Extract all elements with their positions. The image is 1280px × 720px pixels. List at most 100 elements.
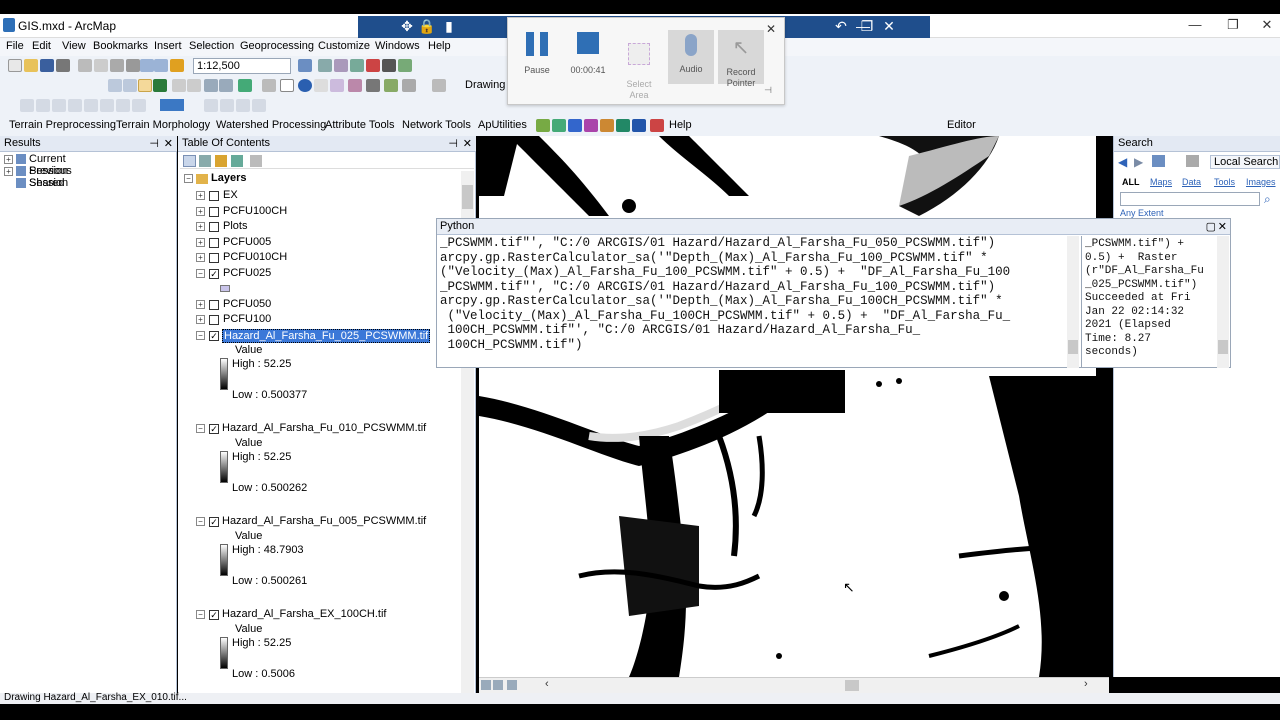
menu-view[interactable]: View xyxy=(62,40,86,52)
tab-all[interactable]: ALL xyxy=(1122,177,1140,187)
move-icon[interactable]: ✥ xyxy=(396,18,418,35)
paste-icon[interactable] xyxy=(110,59,124,72)
network-tools-menu[interactable]: Network Tools xyxy=(402,119,471,131)
hydro-tool-icon[interactable] xyxy=(536,119,550,132)
hydro-tool-icon[interactable] xyxy=(584,119,598,132)
layer-visibility-checkbox[interactable] xyxy=(209,222,219,232)
layers-root[interactable]: − Layers xyxy=(184,172,464,188)
layer-item[interactable]: + PCFU005 xyxy=(184,235,464,251)
scrollbar-thumb[interactable] xyxy=(1068,340,1078,354)
color-ramp-symbol[interactable] xyxy=(220,543,228,576)
help-menu[interactable]: Help xyxy=(669,119,692,131)
code-scrollbar[interactable] xyxy=(1067,236,1079,368)
select-features-icon[interactable] xyxy=(238,79,252,92)
any-extent-link[interactable]: Any Extent xyxy=(1120,208,1164,218)
hydro-tool-icon[interactable] xyxy=(616,119,630,132)
clear-selection-icon[interactable] xyxy=(262,79,276,92)
undo-icon[interactable] xyxy=(140,59,154,72)
pan-icon[interactable] xyxy=(138,79,152,92)
search-window-icon[interactable] xyxy=(350,59,364,72)
raster-layer-name[interactable]: Hazard_Al_Farsha_Fu_010_PCSWMM.tif xyxy=(222,422,426,434)
color-ramp-symbol[interactable] xyxy=(220,450,228,483)
hydro-tool-icon[interactable] xyxy=(568,119,582,132)
raster-layer-item[interactable]: − ✓ Hazard_Al_Farsha_Fu_005_PCSWMM.tif Valu… xyxy=(184,514,464,607)
zoom-out-icon[interactable] xyxy=(123,79,137,92)
list-by-selection-icon[interactable] xyxy=(231,155,243,167)
pin-icon[interactable]: ⊣ xyxy=(448,137,458,150)
list-by-source-icon[interactable] xyxy=(199,155,211,167)
hydro-tool-icon[interactable] xyxy=(600,119,614,132)
collapse-icon[interactable]: − xyxy=(196,516,205,526)
menu-selection[interactable]: Selection xyxy=(189,40,234,52)
expand-icon[interactable]: + xyxy=(196,253,205,262)
close-icon[interactable]: ✕ xyxy=(463,137,472,150)
search-input[interactable] xyxy=(1120,192,1260,206)
polygon-symbol[interactable] xyxy=(220,284,230,292)
editor-menu[interactable]: Editor xyxy=(947,119,976,131)
layout-view-icon[interactable] xyxy=(493,680,503,690)
raster-layer-item[interactable]: − ✓ Hazard_Al_Farsha_Fu_010_PCSWMM.tif Valu… xyxy=(184,421,464,514)
home-icon[interactable] xyxy=(1152,155,1165,167)
close-icon[interactable]: ✕ xyxy=(1218,220,1227,233)
modelbuilder-icon[interactable] xyxy=(398,59,412,72)
maximize-icon[interactable]: ▢ xyxy=(1206,220,1216,233)
raster-layer-name[interactable]: Hazard_Al_Farsha_Fu_025_PCSWMM.tif xyxy=(222,328,431,343)
collapse-icon[interactable]: − xyxy=(196,609,205,619)
collapse-icon[interactable]: − xyxy=(196,330,205,340)
layer-visibility-checkbox[interactable] xyxy=(209,206,219,217)
raster-layer-item[interactable]: − ✓ Hazard_Al_Farsha_Fu_025_PCSWMM.tif Valu… xyxy=(184,328,464,421)
redo-icon[interactable] xyxy=(154,59,168,72)
expand-icon[interactable]: + xyxy=(4,167,13,176)
layer-visibility-checkbox[interactable]: ✓ xyxy=(209,516,219,527)
scrollbar-thumb[interactable] xyxy=(1218,340,1228,354)
expand-icon[interactable]: − xyxy=(196,268,205,278)
tab-tools[interactable]: Tools xyxy=(1214,177,1235,187)
menu-insert[interactable]: Insert xyxy=(154,40,182,52)
color-swatch[interactable] xyxy=(160,99,184,111)
drawing-menu[interactable]: Drawing xyxy=(465,79,505,91)
menu-windows[interactable]: Windows xyxy=(375,40,420,52)
stop-button[interactable]: 00:00:41 xyxy=(565,32,611,75)
python-window-icon[interactable] xyxy=(382,59,396,72)
next-extent-icon[interactable] xyxy=(219,79,233,92)
pin-icon[interactable]: ⊣ xyxy=(149,137,159,150)
options-icon[interactable] xyxy=(250,155,262,167)
menu-bookmarks[interactable]: Bookmarks xyxy=(93,40,148,52)
undo-icon[interactable]: ↶ xyxy=(830,18,852,35)
layer-item[interactable]: + EX xyxy=(184,188,464,204)
record-pointer-button[interactable]: ↖ Record Pointer xyxy=(718,30,764,88)
list-by-visibility-icon[interactable] xyxy=(215,155,227,167)
create-viewer-icon[interactable] xyxy=(432,79,446,92)
toc-window-icon[interactable] xyxy=(318,59,332,72)
expand-icon[interactable]: + xyxy=(196,299,205,309)
layer-visibility-checkbox[interactable] xyxy=(209,253,219,263)
select-area-button[interactable]: Select Area xyxy=(616,32,662,112)
copy-icon[interactable] xyxy=(94,59,108,72)
scroll-left-icon[interactable]: ‹ xyxy=(545,678,549,690)
scroll-right-icon[interactable]: › xyxy=(1084,678,1088,690)
terrain-preprocessing-menu[interactable]: Terrain Preprocessing xyxy=(9,119,116,131)
attribute-tools-menu[interactable]: Attribute Tools xyxy=(325,119,395,131)
catalog-window-icon[interactable] xyxy=(334,59,348,72)
save-icon[interactable] xyxy=(40,59,54,72)
raster-layer-name[interactable]: Hazard_Al_Farsha_EX_100CH.tif xyxy=(222,608,386,620)
menu-file[interactable]: File xyxy=(6,40,24,52)
new-document-icon[interactable] xyxy=(8,59,22,72)
data-view-icon[interactable] xyxy=(481,680,491,690)
open-icon[interactable] xyxy=(24,59,38,72)
pause-button[interactable]: Pause xyxy=(514,32,560,75)
previous-extent-icon[interactable] xyxy=(204,79,218,92)
watershed-processing-menu[interactable]: Watershed Processing xyxy=(216,119,326,131)
search-icon[interactable]: ⌕ xyxy=(1264,192,1271,207)
expand-icon[interactable]: + xyxy=(196,237,205,247)
close-icon[interactable]: ✕ xyxy=(164,137,173,150)
globe-icon[interactable] xyxy=(632,119,646,132)
expand-icon[interactable]: + xyxy=(196,206,205,216)
forward-icon[interactable]: ▶ xyxy=(1134,155,1143,169)
restore-icon[interactable]: ❐ xyxy=(856,18,878,35)
view-options-icon[interactable] xyxy=(1186,155,1199,167)
python-code-area[interactable]: _PCSWMM.tif"', "C:/0 ARCGIS/01 Hazard/Ha… xyxy=(440,236,1070,366)
expand-icon[interactable]: + xyxy=(196,191,205,200)
layer-item[interactable]: − ✓ PCFU025 xyxy=(184,266,464,297)
layer-item[interactable]: + PCFU100CH xyxy=(184,204,464,220)
